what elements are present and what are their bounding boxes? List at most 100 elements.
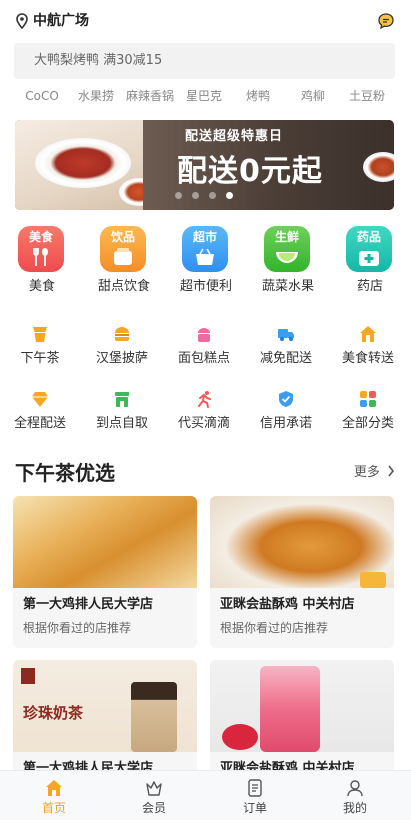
category-tag: 生鲜 (274, 230, 299, 244)
category-fresh[interactable]: 生鲜 蔬菜水果 (260, 226, 316, 298)
category-tag: 药品 (356, 230, 381, 244)
tab-home[interactable]: 首页 (14, 771, 94, 820)
crown-icon (146, 781, 162, 796)
category-tag: 饮品 (110, 230, 135, 244)
location-pin-icon[interactable] (15, 13, 29, 29)
pagination-dot[interactable] (175, 192, 182, 199)
tab-label: 首页 (41, 801, 66, 815)
category-food-transfer[interactable]: 美食转送 (332, 325, 404, 367)
app-home: 中航广场 大鸭梨烤鸭 满30减15 CoCO 水果捞 麻辣香锅 星巴克 烤鸭 鸡… (0, 0, 411, 820)
location-name[interactable]: 中航广场 (33, 12, 89, 30)
hot-word[interactable]: 鸡柳 (298, 87, 328, 105)
tea-cup-icon (33, 327, 47, 342)
category-burger-pizza[interactable]: 汉堡披萨 (86, 325, 158, 367)
drink-glass (260, 666, 320, 752)
category-label: 面包糕点 (177, 351, 230, 366)
search-placeholder: 大鸭梨烤鸭 满30减15 (34, 53, 163, 68)
bottom-tab-bar: 首页 会员 订单 我的 (0, 770, 411, 820)
category-tag: 超市 (192, 230, 217, 244)
medical-kit-icon: 药品 (346, 226, 392, 272)
user-icon (347, 780, 363, 797)
shop-recommend-reason: 根据你看过的店推荐 (23, 621, 132, 635)
category-label: 美食转送 (341, 351, 394, 366)
category-label: 减免配送 (259, 351, 312, 366)
store-badge-icon (360, 572, 386, 588)
category-afternoon-tea[interactable]: 下午茶 (4, 325, 76, 367)
pagination-dot[interactable] (192, 192, 199, 199)
category-tag: 美食 (28, 230, 53, 244)
category-errand-buy[interactable]: 代买滴滴 (168, 390, 240, 432)
category-free-delivery[interactable]: 减免配送 (250, 325, 322, 367)
category-label: 超市便利 (179, 279, 232, 294)
cake-icon (198, 328, 210, 342)
shield-check-icon (279, 391, 293, 407)
pagination-dot-active[interactable] (226, 192, 233, 199)
category-label: 甜点饮食 (97, 279, 150, 294)
brand-logo-icon (21, 668, 35, 684)
category-label: 到点自取 (95, 416, 148, 431)
strawberry-drink-photo (210, 660, 394, 752)
hot-word[interactable]: 麻辣香锅 (124, 87, 176, 105)
shop-name: 亚眯会盐酥鸡 中关村店 (220, 597, 355, 612)
tab-profile[interactable]: 我的 (315, 771, 395, 820)
section-title: 下午茶优选 (15, 461, 115, 485)
tab-label: 我的 (342, 801, 367, 815)
search-bar[interactable]: 大鸭梨烤鸭 满30减15 (14, 43, 395, 79)
milk-tea-cup (131, 682, 177, 752)
category-label: 美食 (28, 279, 55, 294)
photo-caption: 珍珠奶茶 (23, 704, 84, 722)
category-self-pickup[interactable]: 到点自取 (86, 390, 158, 432)
banner-subtitle: 配送超级特惠日 (185, 129, 284, 144)
hot-word[interactable]: CoCO (25, 87, 59, 105)
category-label: 全程配送 (13, 416, 66, 431)
shop-card[interactable]: 亚眯会盐酥鸡 中关村店 根据你看过的店推荐 (210, 496, 394, 648)
delivery-truck-icon (278, 329, 294, 341)
category-food[interactable]: 美食 美食 (14, 226, 70, 298)
header: 中航广场 (0, 0, 411, 42)
category-label: 汉堡披萨 (95, 351, 148, 366)
fried-chicken-cutlet-photo (13, 496, 197, 588)
category-full-delivery[interactable]: 全程配送 (4, 390, 76, 432)
runner-icon (198, 391, 211, 408)
drink-cup-icon: 饮品 (100, 226, 146, 272)
category-credit-promise[interactable]: 信用承诺 (250, 390, 322, 432)
more-label: 更多 (353, 465, 380, 480)
more-link[interactable]: 更多 (354, 464, 395, 482)
category-drinks[interactable]: 饮品 甜点饮食 (96, 226, 152, 298)
hot-word[interactable]: 烤鸭 (243, 87, 273, 105)
pearl-milk-tea-photo: 珍珠奶茶 (13, 660, 197, 752)
fork-spoon-icon: 美食 (18, 226, 64, 272)
category-supermarket[interactable]: 超市 超市便利 (178, 226, 234, 298)
diamond-icon (32, 392, 48, 407)
shop-name: 第一大鸡排人民大学店 (23, 597, 154, 612)
category-label: 全部分类 (341, 416, 394, 431)
strawberry-image (222, 724, 258, 750)
category-label: 下午茶 (20, 351, 60, 366)
hot-word[interactable]: 星巴克 (184, 87, 224, 105)
category-label: 药店 (356, 279, 383, 294)
shopping-basket-icon: 超市 (182, 226, 228, 272)
tab-orders[interactable]: 订单 (215, 771, 295, 820)
order-list-icon (248, 779, 262, 797)
hot-word[interactable]: 水果捞 (76, 87, 116, 105)
pickup-store-icon (115, 392, 129, 407)
category-all[interactable]: 全部分类 (332, 390, 404, 432)
promo-banner[interactable]: 配送超级特惠日 配送0元起 (15, 120, 394, 210)
chevron-right-icon (388, 465, 395, 477)
tab-label: 会员 (141, 801, 166, 815)
category-pharmacy[interactable]: 药品 药店 (342, 226, 398, 298)
shop-recommend-reason: 根据你看过的店推荐 (220, 621, 329, 635)
shop-card[interactable]: 亚眯会盐酥鸡 中关村店 (210, 660, 394, 780)
hot-search-words: CoCO 水果捞 麻辣香锅 星巴克 烤鸭 鸡柳 土豆粉 (0, 87, 411, 107)
hot-word[interactable]: 土豆粉 (347, 87, 387, 105)
banner-dish-image (35, 138, 131, 188)
burger-icon (115, 327, 129, 341)
pagination-dot[interactable] (209, 192, 216, 199)
shop-card[interactable]: 第一大鸡排人民大学店 根据你看过的店推荐 (13, 496, 197, 648)
tab-member[interactable]: 会员 (114, 771, 194, 820)
message-bubble-icon[interactable] (377, 12, 395, 30)
category-bakery[interactable]: 面包糕点 (168, 325, 240, 367)
tab-label: 订单 (242, 801, 267, 815)
home-icon (46, 780, 62, 796)
shop-card[interactable]: 珍珠奶茶 第一大鸡排人民大学店 (13, 660, 197, 780)
